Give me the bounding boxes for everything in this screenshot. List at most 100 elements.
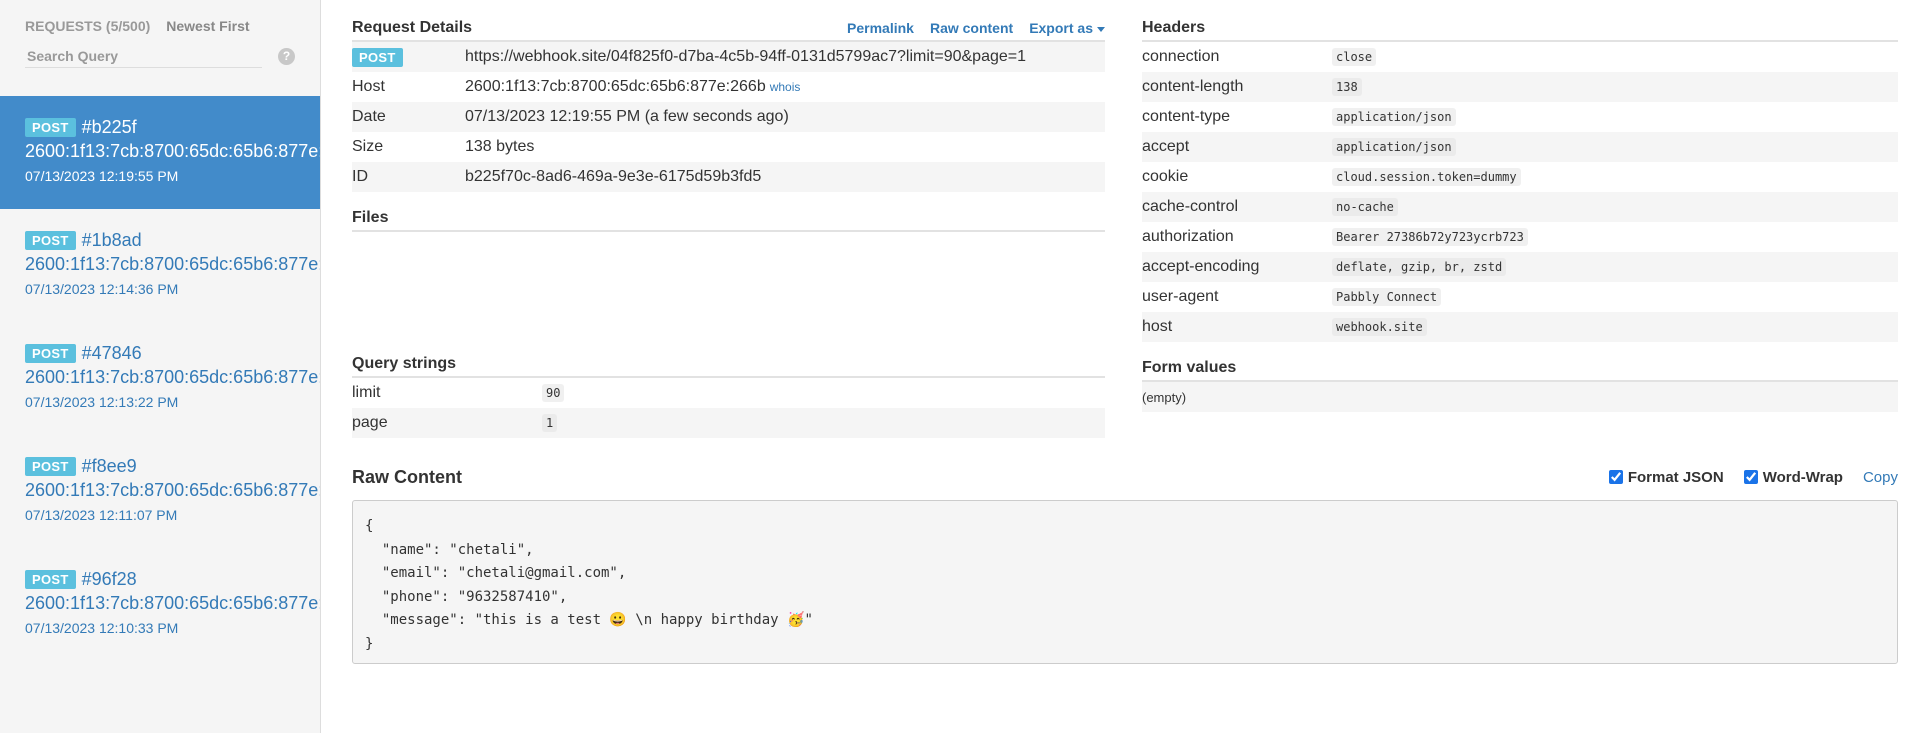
word-wrap-checkbox[interactable] [1743,470,1758,484]
header-value: no-cache [1332,198,1398,216]
host-value: 2600:1f13:7cb:8700:65dc:65b6:877e:266b [465,78,766,95]
raw-content-box[interactable]: { "name": "chetali", "email": "chetali@g… [352,500,1898,664]
form-values-title: Form values [1142,359,1237,376]
headers-title: Headers [1142,19,1206,36]
search-input[interactable] [25,44,263,68]
header-value: deflate, gzip, br, zstd [1332,258,1507,276]
raw-content-link[interactable]: Raw content [930,20,1013,36]
query-strings-title: Query strings [352,355,457,372]
request-id: #f8ee9 [81,455,137,476]
method-badge: POST [25,569,76,589]
header-key: cache-control [1142,198,1239,215]
request-id: #47846 [81,342,142,363]
detail-row-date: Date 07/13/2023 12:19:55 PM (a few secon… [352,102,1105,132]
sort-toggle[interactable]: Newest First [166,18,249,34]
request-details-panel: Request Details Permalink Raw content Ex… [352,16,1105,438]
header-value: close [1332,48,1377,66]
detail-row-url: POST https://webhook.site/04f825f0-d7ba-… [352,42,1105,72]
files-title: Files [352,209,389,226]
date-value: 07/13/2023 12:19:55 PM (a few seconds ag… [465,108,789,125]
header-value: Pabbly Connect [1332,288,1442,306]
request-time: 07/13/2023 12:11:07 PM [25,507,178,523]
request-details-title: Request Details [352,19,473,36]
format-json-checkbox[interactable] [1608,470,1623,484]
method-badge: POST [352,47,403,67]
request-time: 07/13/2023 12:14:36 PM [25,281,179,297]
header-row: connection close [1142,42,1898,72]
query-value: 1 [542,414,558,432]
query-row: limit 90 [352,378,1105,408]
main-content: Request Details Permalink Raw content Ex… [321,0,1918,733]
id-label: ID [352,168,368,185]
date-label: Date [352,108,386,125]
header-row: accept-encoding deflate, gzip, br, zstd [1142,252,1898,282]
header-row: user-agent Pabbly Connect [1142,282,1898,312]
query-row: page 1 [352,408,1105,438]
permalink-link[interactable]: Permalink [847,20,914,36]
request-item-3[interactable]: POST #f8ee9 2600:1f13:7cb:8700:65dc:65b6:… [0,435,320,548]
request-ip: 2600:1f13:7cb:8700:65dc:65b6:877e:266b [25,254,320,274]
header-key: accept-encoding [1142,258,1260,275]
request-ip: 2600:1f13:7cb:8700:65dc:65b6:877e:266b [25,141,320,161]
request-ip: 2600:1f13:7cb:8700:65dc:65b6:877e:266b [25,367,320,387]
size-label: Size [352,138,384,155]
header-row: cookie cloud.session.token=dummy [1142,162,1898,192]
header-key: accept [1142,138,1190,155]
header-row: authorization Bearer 27386b72y723ycrb723 [1142,222,1898,252]
header-row: cache-control no-cache [1142,192,1898,222]
request-time: 07/13/2023 12:19:55 PM [25,168,179,184]
header-row: content-length 138 [1142,72,1898,102]
export-dropdown[interactable]: Export as [1029,20,1105,36]
files-area [352,232,1105,352]
header-value: cloud.session.token=dummy [1332,168,1521,186]
request-id: #1b8ad [81,229,142,250]
query-value: 90 [542,384,565,402]
header-key: content-length [1142,78,1244,95]
format-json-label: Format JSON [1627,468,1724,486]
export-label: Export as [1029,20,1093,36]
detail-row-host: Host 2600:1f13:7cb:8700:65dc:65b6:877e:2… [352,72,1105,102]
host-label: Host [352,78,385,95]
request-id: #96f28 [81,568,137,589]
whois-link[interactable]: whois [770,80,801,94]
detail-row-size: Size 138 bytes [352,132,1105,162]
method-badge: POST [25,117,76,137]
header-key: connection [1142,48,1220,65]
raw-content-panel: Raw Content Format JSON Word-Wrap Copy {… [352,462,1898,664]
request-item-2[interactable]: POST #47846 2600:1f13:7cb:8700:65dc:65b6:… [0,322,320,435]
header-value: application/json [1332,138,1456,156]
header-row: host webhook.site [1142,312,1898,342]
header-key: cookie [1142,168,1189,185]
copy-button[interactable]: Copy [1863,469,1898,486]
size-value: 138 bytes [465,138,535,155]
header-key: authorization [1142,228,1234,245]
header-value: application/json [1332,108,1456,126]
method-badge: POST [25,343,76,363]
format-json-toggle[interactable]: Format JSON [1608,468,1724,486]
request-ip: 2600:1f13:7cb:8700:65dc:65b6:877e:266b [25,480,320,500]
request-time: 07/13/2023 12:13:22 PM [25,394,179,410]
form-values-row: (empty) [1142,382,1898,412]
request-time: 07/13/2023 12:10:33 PM [25,620,179,636]
method-badge: POST [25,456,76,476]
sidebar-header: REQUESTS (5/500) Newest First ? [0,0,320,96]
request-item-0[interactable]: POST #b225f 2600:1f13:7cb:8700:65dc:65b6:… [0,96,320,209]
help-icon[interactable]: ? [278,47,295,65]
id-value: b225f70c-8ad6-469a-9e3e-6175d59b3fd5 [465,168,762,185]
header-value: webhook.site [1332,318,1427,336]
form-values-empty: (empty) [1142,389,1187,405]
query-key: limit [352,384,381,401]
raw-content-title: Raw Content [352,466,462,487]
header-key: content-type [1142,108,1231,125]
headers-panel: Headers connection close content-length 13… [1142,16,1898,412]
request-item-1[interactable]: POST #1b8ad 2600:1f13:7cb:8700:65dc:65b6:… [0,209,320,322]
detail-row-id: ID b225f70c-8ad6-469a-9e3e-6175d59b3fd5 [352,162,1105,192]
request-url-link[interactable]: https://webhook.site/04f825f0-d7ba-4c5b-… [465,48,1026,66]
raw-content-body: { "name": "chetali", "email": "chetali@g… [365,518,813,652]
header-value: 138 [1332,78,1362,96]
request-item-4[interactable]: POST #96f28 2600:1f13:7cb:8700:65dc:65b6:… [0,548,320,661]
header-key: user-agent [1142,288,1219,305]
header-value: Bearer 27386b72y723ycrb723 [1332,228,1528,246]
requests-count: REQUESTS (5/500) [25,18,151,34]
word-wrap-toggle[interactable]: Word-Wrap [1743,469,1843,486]
